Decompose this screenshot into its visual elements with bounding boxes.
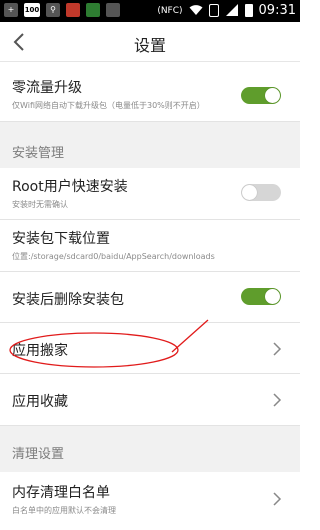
- toggle-knob: [242, 185, 257, 200]
- app-move-row[interactable]: 应用搬家: [0, 323, 300, 374]
- app-notification-icon: [66, 3, 80, 17]
- zero-traffic-upgrade-row[interactable]: 零流量升级 仅Wifi网络自动下载升级包（电量低于30%则不开启）: [0, 62, 300, 122]
- app-notification-icon: [106, 3, 120, 17]
- nfc-indicator: (NFC): [157, 5, 183, 16]
- toggle-knob: [265, 88, 280, 103]
- memory-whitelist-row[interactable]: 内存清理白名单 白名单中的应用默认不会清理: [0, 472, 300, 530]
- battery-level-icon: 100: [24, 3, 40, 17]
- add-icon: +: [4, 3, 18, 17]
- delete-after-install-toggle[interactable]: [241, 288, 281, 305]
- battery-icon: [244, 4, 253, 17]
- notification-icons: + 100 ⚲: [4, 3, 120, 17]
- clock: 09:31: [258, 3, 296, 18]
- app-favorites-row[interactable]: 应用收藏: [0, 374, 300, 426]
- download-location-row[interactable]: 安装包下载位置 位置:/storage/sdcard0/baidu/AppSea…: [0, 220, 300, 272]
- page-title: 设置: [133, 36, 166, 55]
- zero-traffic-upgrade-title: 零流量升级: [12, 80, 82, 96]
- section-title-clean: 清理设置: [12, 447, 65, 462]
- wifi-icon: [189, 4, 203, 18]
- sim-icon: [208, 4, 219, 17]
- chevron-right-icon: [273, 393, 282, 407]
- memory-whitelist-title: 内存清理白名单: [12, 485, 110, 501]
- delete-after-install-title: 安装后删除安装包: [12, 292, 124, 308]
- signal-icon: [225, 3, 239, 18]
- app-move-title: 应用搬家: [12, 343, 68, 359]
- section-title-install: 安装管理: [12, 146, 65, 161]
- app-header: 设置: [0, 22, 300, 62]
- memory-whitelist-desc: 白名单中的应用默认不会清理: [12, 506, 116, 515]
- delete-after-install-row[interactable]: 安装后删除安装包: [0, 272, 300, 323]
- status-bar: + 100 ⚲ (NFC) 09:31: [0, 0, 300, 22]
- root-quick-install-toggle[interactable]: [241, 184, 281, 201]
- system-icons: (NFC) 09:31: [157, 3, 296, 18]
- section-header-install: 安装管理: [0, 122, 300, 168]
- app-favorites-title: 应用收藏: [12, 394, 68, 410]
- section-header-clean: 清理设置: [0, 426, 300, 472]
- download-location-title: 安装包下载位置: [12, 231, 110, 247]
- usb-icon: ⚲: [46, 3, 60, 17]
- settings-screen: + 100 ⚲ (NFC) 09:31 设置 零流量升级 仅Wifi网络自动下载…: [0, 0, 300, 530]
- download-location-path: 位置:/storage/sdcard0/baidu/AppSearch/down…: [12, 252, 215, 261]
- chevron-right-icon: [273, 492, 282, 506]
- app-notification-icon: [86, 3, 100, 17]
- zero-traffic-upgrade-toggle[interactable]: [241, 87, 281, 104]
- root-quick-install-row[interactable]: Root用户快速安装 安装时无需确认: [0, 168, 300, 220]
- root-quick-install-desc: 安装时无需确认: [12, 200, 68, 209]
- root-quick-install-title: Root用户快速安装: [12, 179, 128, 195]
- chevron-right-icon: [273, 342, 282, 356]
- toggle-knob: [265, 289, 280, 304]
- zero-traffic-upgrade-desc: 仅Wifi网络自动下载升级包（电量低于30%则不开启）: [12, 101, 205, 110]
